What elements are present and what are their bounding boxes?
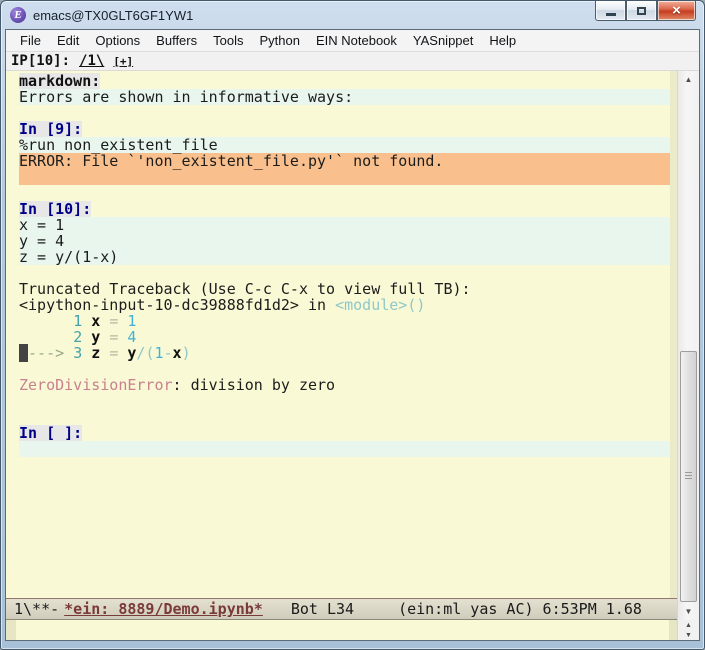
buffer-line: %run non_existent_file xyxy=(19,137,670,153)
buffer-line xyxy=(19,409,670,425)
buffer-line: In [9]: xyxy=(19,121,670,137)
buffer-line: Errors are shown in informative ways: xyxy=(19,89,670,105)
client-area: File Edit Options Buffers Tools Python EIN Not… xyxy=(5,29,700,641)
buffer-line: In [ ]: xyxy=(19,425,670,441)
buffer-line: 1 x = 1 xyxy=(73,312,137,330)
minibuffer-scrollbar[interactable]: ▲ ▼ xyxy=(677,620,699,640)
minibuffer-row: ▲ ▼ xyxy=(6,620,699,640)
buffer-line: markdown: xyxy=(19,73,670,89)
notebook-header-line: IP[10]: /1\ [+] xyxy=(6,52,699,71)
cell-prompt-chip: In [10]: xyxy=(19,200,92,218)
right-fringe xyxy=(670,71,677,598)
buffer-text[interactable]: markdown: Errors are shown in informative… xyxy=(19,71,670,598)
buffer-line: <ipython-input-10-dc39888fd1d2> in <modu… xyxy=(19,296,426,314)
window-bottom-frame xyxy=(1,641,704,649)
menu-edit[interactable]: Edit xyxy=(49,31,87,50)
scroll-down-icon: ▼ xyxy=(684,607,693,616)
modeline-position: Bot L34 xyxy=(290,600,355,618)
buffer-line xyxy=(19,105,670,121)
scroll-down-button[interactable]: ▼ xyxy=(678,603,699,620)
buffer-line: Truncated Traceback (Use C-c C-x to view… xyxy=(19,280,471,298)
cell-prompt-chip: In [ ]: xyxy=(19,424,83,442)
title-bar[interactable]: E emacs@TX0GLT6GF1YW1 × xyxy=(1,1,704,29)
minimize-button[interactable] xyxy=(595,1,626,21)
vertical-scrollbar[interactable]: ▲ ▼ xyxy=(677,71,699,620)
emacs-window: E emacs@TX0GLT6GF1YW1 × File Edit Options B… xyxy=(0,0,705,650)
buffer-line: y = 4 xyxy=(19,233,670,249)
menu-options[interactable]: Options xyxy=(87,31,148,50)
buffer-line: ZeroDivisionError: division by zero xyxy=(19,376,336,394)
menu-help[interactable]: Help xyxy=(481,31,524,50)
buffer-line: 2 y = 4 xyxy=(73,328,137,346)
maximize-button[interactable] xyxy=(626,1,657,21)
buffer-line xyxy=(19,361,670,377)
menu-ein-notebook[interactable]: EIN Notebook xyxy=(308,31,405,50)
buffer-line xyxy=(19,265,670,281)
scrollbar-grip xyxy=(685,472,692,481)
buffer-line: In [10]: xyxy=(19,201,670,217)
minimize-icon xyxy=(605,12,616,16)
add-worksheet-link[interactable]: [+] xyxy=(113,55,133,68)
menu-bar: File Edit Options Buffers Tools Python EIN Not… xyxy=(6,30,699,52)
buffer-line xyxy=(19,441,670,457)
window-title: emacs@TX0GLT6GF1YW1 xyxy=(33,8,194,23)
menu-buffers[interactable]: Buffers xyxy=(148,31,205,50)
maximize-icon xyxy=(637,6,646,15)
buffer-line: ERROR: File `'non_existent_file.py'` not… xyxy=(19,153,670,169)
minibuffer-scroll-down-button[interactable]: ▼ xyxy=(678,630,699,640)
menu-yasnippet[interactable]: YASnippet xyxy=(405,31,481,50)
close-button[interactable]: × xyxy=(657,1,696,21)
modeline-modes: (ein:ml yas AC) 6:53PM 1.68 xyxy=(398,600,642,618)
buffer-line xyxy=(19,393,670,409)
buffer-line: ----> 3 z = y/(1-x) xyxy=(19,344,191,362)
buffer-line xyxy=(19,169,670,185)
emacs-icon: E xyxy=(10,7,26,23)
scrollbar-track[interactable] xyxy=(678,88,699,603)
mode-line[interactable]: 1\**- *ein: 8889/Demo.ipynb* Bot L34 (ein:m… xyxy=(6,598,677,620)
scroll-up-button[interactable]: ▲ xyxy=(678,71,699,88)
worksheet-link[interactable]: /1\ xyxy=(79,53,104,69)
minibuffer-scroll-up-button[interactable]: ▲ xyxy=(678,620,699,630)
scroll-up-icon: ▲ xyxy=(684,75,693,84)
buffer-line: x = 1 xyxy=(19,217,670,233)
cell-prompt-chip: markdown: xyxy=(19,72,101,90)
cell-prompt-chip: In [9]: xyxy=(19,120,83,138)
close-icon: × xyxy=(672,2,681,19)
menu-python[interactable]: Python xyxy=(251,31,307,50)
minibuffer-scroll-up-icon: ▲ xyxy=(685,621,692,629)
modeline-prefix: 1\**- xyxy=(14,600,60,618)
minibuffer-left-fringe xyxy=(6,620,16,640)
menu-tools[interactable]: Tools xyxy=(205,31,251,50)
buffer-line: z = y/(1-x) xyxy=(19,249,670,265)
menu-file[interactable]: File xyxy=(12,31,49,50)
minibuffer-scroll-down-icon: ▼ xyxy=(685,631,692,639)
window-controls: × xyxy=(595,1,696,21)
scrollbar-thumb[interactable] xyxy=(680,350,697,602)
minibuffer-right-fringe xyxy=(669,620,677,640)
buffer-line xyxy=(19,185,670,201)
minibuffer[interactable] xyxy=(16,620,669,640)
header-prompt: IP[10]: xyxy=(11,53,71,69)
modeline-buffer-name: *ein: 8889/Demo.ipynb* xyxy=(64,600,263,618)
left-fringe xyxy=(6,71,19,598)
